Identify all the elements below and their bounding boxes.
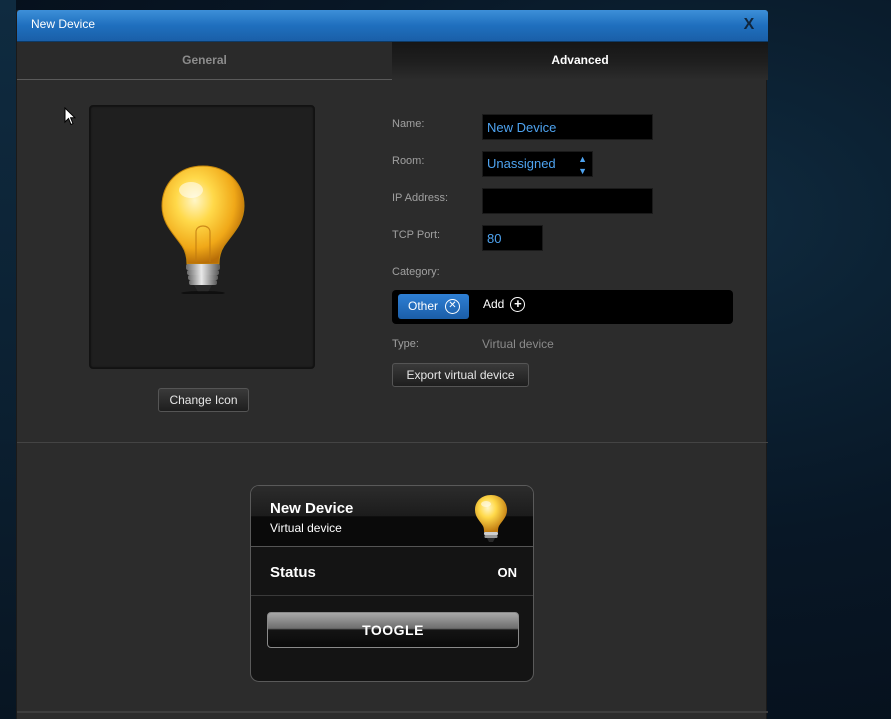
bottom-divider [17,711,768,713]
card-header: New Device Virtual device [251,486,533,547]
lightbulb-icon [475,495,507,542]
tcp-port-input[interactable] [482,225,543,251]
room-select-value: Unassigned [487,156,556,171]
status-label: Status [270,564,316,581]
device-icon-frame [89,105,315,369]
add-category-button[interactable]: Add + [483,297,526,313]
category-bar: Other ✕ Add + [392,290,733,324]
close-icon[interactable]: X [740,15,758,35]
toggle-button[interactable]: TOOGLE [267,612,519,648]
tab-general[interactable]: General [17,42,392,80]
dialog-titlebar: New Device X [17,10,768,42]
status-row: Status ON [251,548,533,596]
ip-address-label: IP Address: [392,192,449,204]
mouse-cursor-icon [64,107,76,126]
category-tag-other[interactable]: Other ✕ [398,294,469,319]
add-category-label: Add [483,297,505,311]
new-device-dialog: New Device X General Advanced Change Ico… [16,10,768,719]
card-title: New Device [270,500,354,517]
change-icon-button[interactable]: Change Icon [158,388,249,412]
remove-tag-icon[interactable]: ✕ [445,299,460,314]
status-value: ON [497,565,518,580]
room-select[interactable]: Unassigned ▲ ▼ [482,151,593,177]
select-arrows-icon: ▲ ▼ [578,154,587,176]
device-preview-card: New Device Virtual device Status ON TOOG… [250,485,534,682]
room-label: Room: [392,155,425,167]
dialog-title: New Device [31,17,96,31]
plus-circle-icon: + [510,297,526,313]
lightbulb-icon [161,165,245,294]
type-label: Type: [392,338,419,350]
tab-advanced[interactable]: Advanced [392,42,768,80]
tcp-port-label: TCP Port: [392,229,441,241]
card-subtitle: Virtual device [270,521,342,535]
name-input[interactable] [482,114,653,140]
type-value: Virtual device [482,337,554,351]
tab-bar: General Advanced [17,42,768,80]
category-tag-label: Other [408,299,439,313]
name-label: Name: [392,118,425,130]
export-virtual-device-button[interactable]: Export virtual device [392,363,529,387]
category-label: Category: [392,266,440,278]
section-divider [17,442,768,443]
background [0,0,16,719]
ip-address-input[interactable] [482,188,653,214]
